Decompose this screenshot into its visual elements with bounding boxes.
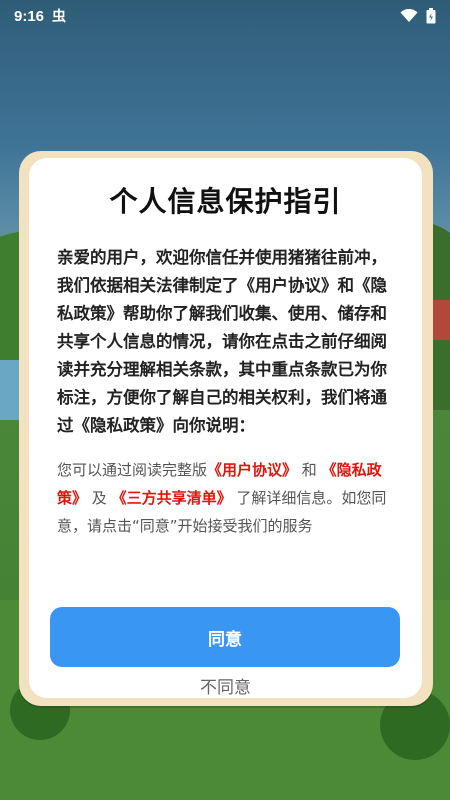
wifi-icon bbox=[400, 9, 418, 23]
disagree-button[interactable]: 不同意 bbox=[29, 673, 422, 698]
status-icons bbox=[400, 8, 436, 24]
dialog-body-text: 亲爱的用户，欢迎你信任并使用猪猪往前冲，我们依据相关法律制定了《用户协议》和《隐… bbox=[57, 248, 387, 435]
agree-button[interactable]: 同意 bbox=[50, 607, 400, 667]
user-agreement-link[interactable]: 《用户协议》 bbox=[207, 461, 297, 479]
battery-icon bbox=[426, 8, 436, 24]
dialog-note: 您可以通过阅读完整版《用户协议》 和 《隐私政策》 及 《三方共享清单》 了解详… bbox=[57, 456, 394, 540]
dialog-title: 个人信息保护指引 bbox=[109, 185, 342, 218]
third-party-list-link[interactable]: 《三方共享清单》 bbox=[112, 489, 232, 507]
note-and-2: 及 bbox=[87, 489, 112, 507]
privacy-dialog: 个人信息保护指引 亲爱的用户，欢迎你信任并使用猪猪往前冲，我们依据相关法律制定了… bbox=[29, 158, 422, 698]
note-and: 和 bbox=[297, 461, 322, 479]
status-time: 9:16 bbox=[14, 7, 45, 25]
app-notification-icon: 虫 bbox=[52, 9, 67, 25]
status-bar: 9:16 虫 bbox=[0, 0, 450, 32]
note-prefix: 您可以通过阅读完整版 bbox=[57, 461, 208, 479]
